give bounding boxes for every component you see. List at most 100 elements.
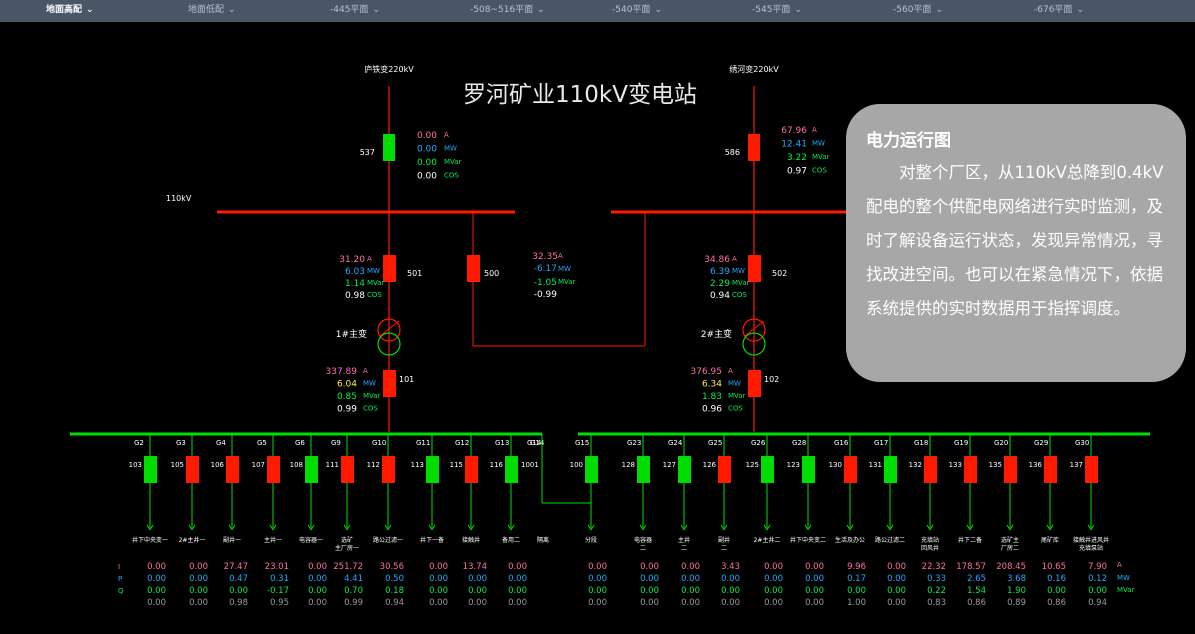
breaker-102[interactable] — [748, 370, 761, 397]
breaker-id-label: 130 — [829, 461, 842, 469]
breaker-135[interactable] — [1004, 456, 1017, 483]
breaker-130[interactable] — [844, 456, 857, 483]
breaker-502[interactable] — [748, 255, 761, 282]
feeder-reactive-value: 0.00 — [1088, 586, 1107, 596]
feeder-current-value: 208.45 — [996, 562, 1026, 572]
feeder-current-value: 0.00 — [308, 562, 327, 572]
feeder-cos-value: 0.00 — [805, 598, 824, 608]
breaker-127[interactable] — [678, 456, 691, 483]
feeder-cos-value: 0.00 — [429, 598, 448, 608]
feeder-current-value: 0.00 — [764, 562, 783, 572]
feeder-reactive-value: 0.00 — [887, 586, 906, 596]
feeder-name: 接触井进风井 — [1073, 536, 1109, 544]
feeder-cos-value: 0.86 — [967, 598, 986, 608]
unit-mvar-label: MVar — [728, 392, 746, 400]
tab-5[interactable]: -545平面 ⌄ — [752, 2, 802, 18]
breaker-id-label: 113 — [411, 461, 424, 469]
breaker-501[interactable] — [383, 255, 396, 282]
current-value: 32.35 — [532, 252, 558, 262]
feeder-cos-value: 0.00 — [640, 598, 659, 608]
unit-mw-label: MW — [558, 265, 571, 273]
feeder-power-value: 0.00 — [189, 574, 208, 584]
feeder-gcode: G18 — [914, 439, 928, 447]
breaker-128[interactable] — [637, 456, 650, 483]
feeder-power-value: 0.17 — [847, 574, 866, 584]
tab-2[interactable]: -445平面 ⌄ — [330, 2, 380, 18]
reactive-power-value: 1.14 — [345, 279, 365, 289]
current-value: 0.00 — [417, 131, 437, 141]
breaker-103[interactable] — [144, 456, 157, 483]
row-label-i: I — [118, 563, 120, 571]
breaker-136[interactable] — [1044, 456, 1057, 483]
breaker-116[interactable] — [505, 456, 518, 483]
breaker-133[interactable] — [964, 456, 977, 483]
feeder-name: 副井 — [718, 536, 730, 544]
feeder-power-value: 0.31 — [270, 574, 289, 584]
breaker-100[interactable] — [585, 456, 598, 483]
feeder-cos-value: 0.89 — [1007, 598, 1026, 608]
active-power-value: 12.41 — [781, 140, 807, 150]
feeder-cos-value: 0.00 — [887, 598, 906, 608]
tab-0[interactable]: 地面高配 ⌄ — [46, 2, 94, 18]
breaker-105[interactable] — [186, 456, 199, 483]
breaker-126[interactable] — [718, 456, 731, 483]
active-power-value: 6.04 — [337, 380, 357, 390]
feeder-reactive-value: 0.00 — [189, 586, 208, 596]
breaker-112[interactable] — [382, 456, 395, 483]
breaker-106[interactable] — [226, 456, 239, 483]
feeder-cos-value: 0.00 — [764, 598, 783, 608]
feeder-name: 2#主井二 — [754, 536, 781, 544]
tab-1[interactable]: 地面低配 ⌄ — [188, 2, 236, 18]
breaker-107[interactable] — [267, 456, 280, 483]
tab-6[interactable]: -560平面 ⌄ — [893, 2, 943, 18]
breaker-500[interactable] — [467, 255, 480, 282]
feeder-name: 井下中央变二 — [790, 536, 826, 544]
breaker-113[interactable] — [426, 456, 439, 483]
breaker-111[interactable] — [341, 456, 354, 483]
breaker-125[interactable] — [761, 456, 774, 483]
unit-mvar-label: MVar — [558, 278, 576, 286]
feeder-name: 电容器 — [634, 536, 652, 544]
feeder-reactive-value: 0.00 — [508, 586, 527, 596]
tab-4[interactable]: -540平面 ⌄ — [612, 2, 662, 18]
chevron-down-icon: ⌄ — [228, 5, 236, 15]
breaker-137[interactable] — [1085, 456, 1098, 483]
breaker-id-label: 101 — [399, 375, 414, 384]
feeder-reactive-value: 0.00 — [308, 586, 327, 596]
unit-cos-label: COS — [728, 405, 743, 413]
breaker-132[interactable] — [924, 456, 937, 483]
unit-a-label: A — [558, 252, 563, 260]
feeder-cos-value: 0.98 — [229, 598, 248, 608]
breaker-537[interactable] — [383, 134, 395, 161]
transformer-label: 1#主变 — [336, 328, 367, 340]
breaker-115[interactable] — [465, 456, 478, 483]
reactive-power-value: 0.00 — [417, 158, 437, 168]
feeder-cos-value: 0.83 — [927, 598, 946, 608]
breaker-123[interactable] — [802, 456, 815, 483]
breaker-108[interactable] — [305, 456, 318, 483]
current-value: 67.96 — [781, 126, 807, 136]
feeder-name: 主井一 — [264, 536, 282, 544]
breaker-id-label: 127 — [663, 461, 676, 469]
feeder-gcode: G19 — [954, 439, 968, 447]
feeder-name: 回风井 — [921, 544, 939, 552]
unit-a-label: A — [363, 367, 368, 375]
feeder-cos-value: 0.00 — [189, 598, 208, 608]
breaker-id-label: 105 — [171, 461, 184, 469]
tab-3[interactable]: -508~516平面 ⌄ — [470, 2, 545, 18]
feeder-gcode: G20 — [994, 439, 1008, 447]
feeder-power-value: 2.65 — [967, 574, 986, 584]
feeder-name: 主井 — [678, 536, 690, 544]
feeder-reactive-value: 0.00 — [147, 586, 166, 596]
breaker-586[interactable] — [748, 134, 760, 161]
feeder-name: 充填泵站 — [1079, 544, 1103, 552]
chevron-down-icon: ⌄ — [1076, 5, 1084, 15]
breaker-101[interactable] — [383, 370, 396, 397]
breaker-131[interactable] — [884, 456, 897, 483]
feeder-cos-value: 0.00 — [721, 598, 740, 608]
tab-7[interactable]: -676平面 ⌄ — [1034, 2, 1084, 18]
feeder-gcode: G17 — [874, 439, 888, 447]
feeder-gcode: G3 — [176, 439, 186, 447]
breaker-id-label: 103 — [129, 461, 142, 469]
feeder-name: 主厂房一 — [335, 544, 359, 552]
